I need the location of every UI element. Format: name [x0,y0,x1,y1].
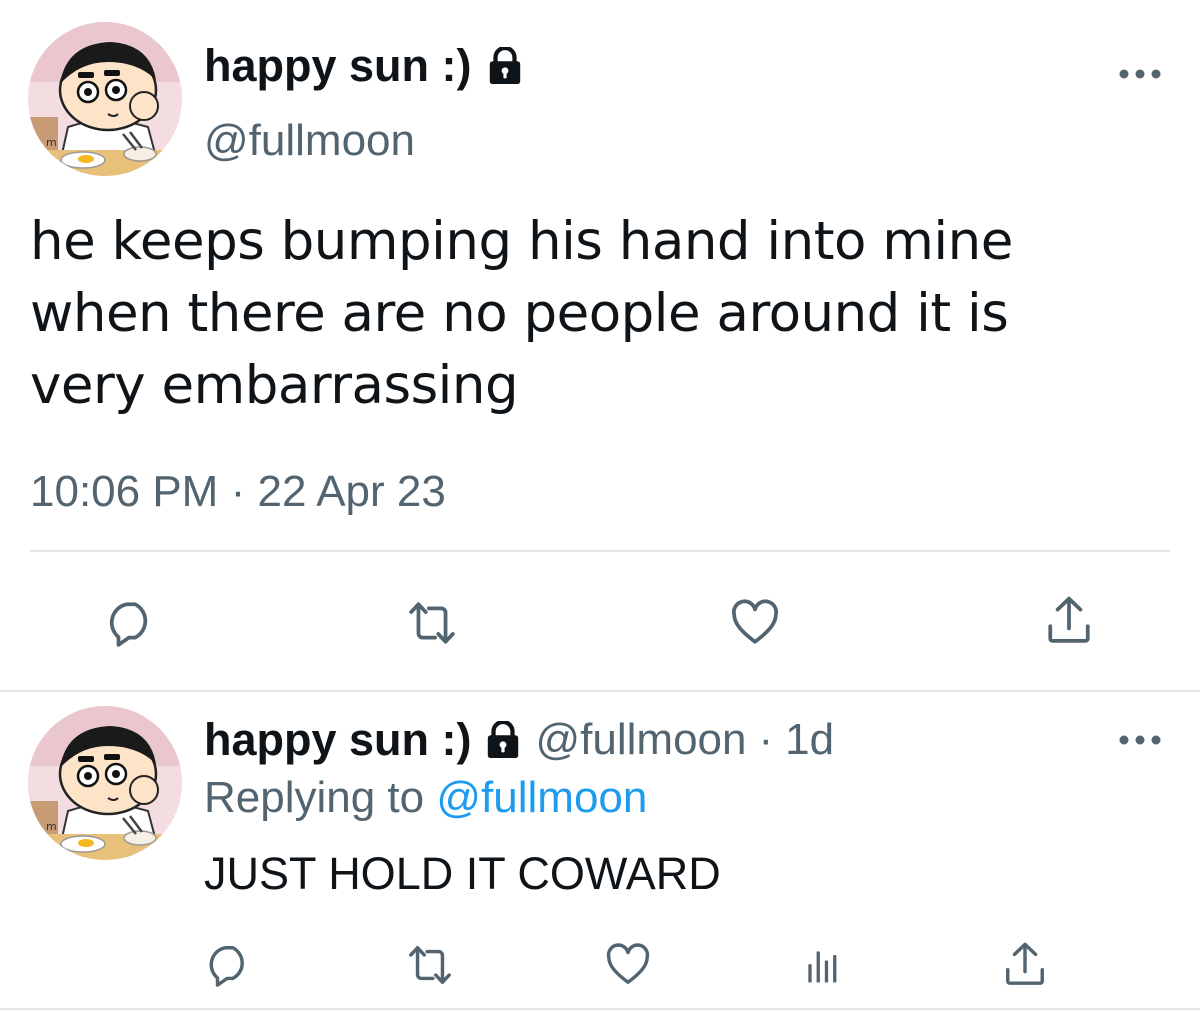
reply-tweet-header: happy sun :) @fullmoon · 1d [204,712,834,768]
share-icon[interactable] [1002,940,1048,988]
more-options-icon[interactable] [1118,732,1162,748]
main-tweet-text: he keeps bumping his hand into mine when… [30,211,1013,416]
lock-icon [484,721,522,759]
divider [30,550,1170,552]
main-tweet-avatar[interactable] [28,22,182,176]
like-heart-icon[interactable] [604,942,652,988]
analytics-icon[interactable] [800,944,846,988]
retweet-icon[interactable] [406,598,458,648]
display-name[interactable]: happy sun :) [204,712,472,768]
reply-tweet-avatar[interactable] [28,706,182,860]
divider [0,1008,1200,1010]
main-tweet-handle[interactable]: @fullmoon [204,115,415,167]
tweet-date: 22 Apr 23 [257,467,446,516]
display-name[interactable]: happy sun :) [204,40,472,92]
avatar-image [28,22,182,176]
divider [0,690,1200,692]
avatar-image [28,706,182,860]
header-separator: · [758,715,774,764]
timestamp-separator: · [230,467,246,516]
reply-tweet-age[interactable]: 1d [785,712,834,768]
replying-to-mention-link[interactable]: @fullmoon [436,773,647,822]
retweet-icon[interactable] [406,942,454,988]
tweet-time: 10:06 PM [30,467,219,516]
share-icon[interactable] [1044,594,1094,646]
reply-tweet-handle[interactable]: @fullmoon [536,712,747,768]
reply-icon[interactable] [106,598,156,648]
reply-tweet-text: JUST HOLD IT COWARD [204,848,721,899]
replying-label: Replying to [204,773,425,822]
reply-icon[interactable] [206,942,252,988]
more-options-icon[interactable] [1118,66,1162,82]
like-heart-icon[interactable] [728,598,782,648]
lock-icon [486,47,524,85]
main-tweet-author[interactable]: happy sun :) [204,40,524,92]
main-tweet-timestamp[interactable]: 10:06 PM · 22 Apr 23 [30,464,446,520]
replying-to-line: Replying to @fullmoon [204,770,647,826]
